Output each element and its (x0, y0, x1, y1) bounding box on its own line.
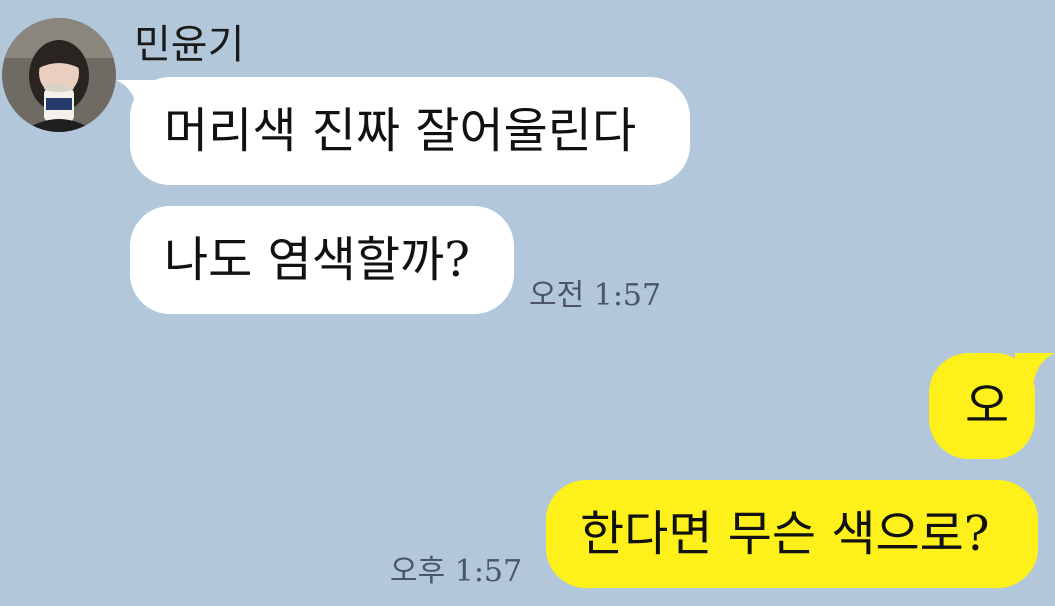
message-text: 한다면 무슨 색으로? (580, 506, 990, 562)
message-timestamp: 오전 1:57 (529, 278, 662, 313)
message-timestamp: 오후 1:57 (390, 554, 523, 589)
outgoing-message-bubble[interactable]: 오 (929, 353, 1035, 459)
sender-name: 민윤기 (134, 22, 245, 68)
message-text: 나도 염색할까? (164, 232, 470, 288)
incoming-message-bubble[interactable]: 나도 염색할까? (130, 206, 514, 314)
message-text: 머리색 진짜 잘어울린다 (164, 103, 637, 159)
avatar[interactable] (2, 18, 116, 132)
outgoing-message-bubble[interactable]: 한다면 무슨 색으로? (546, 480, 1038, 588)
profile-photo-icon (2, 18, 116, 132)
message-text: 오 (965, 378, 1010, 434)
incoming-message-bubble[interactable]: 머리색 진짜 잘어울린다 (130, 77, 690, 185)
